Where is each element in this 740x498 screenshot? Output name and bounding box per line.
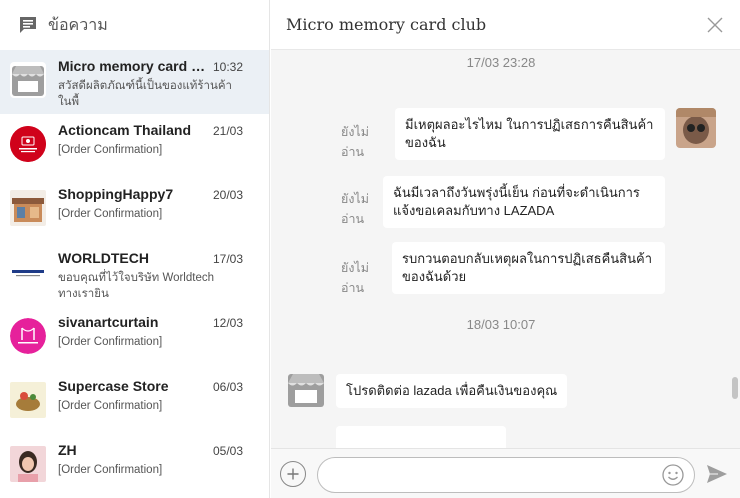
conversation-preview: [Order Confirmation] [58, 464, 163, 476]
add-attachment-icon[interactable] [280, 461, 306, 487]
conversation-preview: [Order Confirmation] [58, 400, 163, 412]
conversation-time: 21/03 [212, 124, 243, 138]
zh-avatar [10, 446, 46, 482]
message-input[interactable] [317, 457, 695, 493]
sent-message: ฉันมีเวลาถึงวันพรุ่งนี้เย็น ก่อนที่จะดำเ… [383, 176, 665, 228]
conversation-item[interactable]: Supercase Store 06/03 [Order Confirmatio… [0, 370, 269, 434]
conversation-item[interactable]: ZH 05/03 [Order Confirmation] [0, 434, 269, 498]
scrollbar-thumb[interactable] [732, 377, 738, 399]
conversation-time: 06/03 [212, 380, 243, 394]
conversation-item[interactable]: sivanartcurtain 12/03 [Order Confirmatio… [0, 306, 269, 370]
conversation-time: 20/03 [212, 188, 243, 202]
conversation-list: Micro memory card club 10:32 สวัสดีผลิตภ… [0, 50, 269, 498]
conversation-time: 12/03 [212, 316, 243, 330]
shop-store-icon [286, 369, 326, 409]
user-avatar [676, 108, 716, 148]
shop-store-icon [10, 62, 46, 98]
close-icon[interactable] [706, 16, 724, 34]
conversation-time: 10:32 [212, 60, 243, 74]
conversation-name: Actioncam Thailand [58, 122, 192, 138]
conversation-name: sivanartcurtain [58, 314, 159, 330]
sidebar-header: ข้อความ [0, 0, 269, 50]
sivanart-avatar [10, 318, 46, 354]
conversation-name: WORLDTECH [58, 250, 149, 266]
image-message[interactable] [336, 426, 506, 448]
send-icon[interactable] [706, 464, 728, 484]
message-composer [271, 448, 740, 498]
conversation-preview: สวัสดีผลิตภัณฑ์นี้เป็นของแท้ร้านค้าในพื้ [58, 80, 232, 108]
conversation-item[interactable]: ShoppingHappy7 20/03 [Order Confirmation… [0, 178, 269, 242]
conversation-item[interactable]: Micro memory card club 10:32 สวัสดีผลิตภ… [0, 50, 269, 114]
message-area[interactable]: 17/03 23:28 ยังไม่ อ่าน มีเหตุผลอะไรไหม ใ… [271, 50, 740, 448]
worldtech-logo [10, 254, 46, 290]
conversation-time: 17/03 [212, 252, 243, 266]
conversation-preview: [Order Confirmation] [58, 144, 163, 156]
sidebar-title: ข้อความ [48, 14, 108, 34]
conversation-name: ZH [58, 442, 77, 458]
conversation-preview: [Order Confirmation] [58, 336, 163, 348]
conversation-preview: [Order Confirmation] [58, 208, 163, 220]
conversation-name: Micro memory card club [58, 58, 208, 74]
unread-status: ยังไม่ อ่าน [341, 125, 369, 159]
chat-bubble-icon [20, 17, 36, 33]
sent-message: รบกวนตอบกลับเหตุผลในการปฏิเสธคืนสินค้า ขอ… [392, 242, 665, 294]
conversation-sidebar: ข้อความ Micro memory card club 10:32 สวั… [0, 0, 270, 498]
supercase-avatar [10, 382, 46, 418]
conversation-item[interactable]: WORLDTECH 17/03 ขอบคุณที่ไว้ใจบริษัท Wor… [0, 242, 269, 306]
unread-status: ยังไม่ อ่าน [341, 192, 369, 226]
date-separator: 18/03 10:07 [466, 317, 536, 332]
chat-panel: Micro memory card club 17/03 23:28 ยังไม… [271, 0, 740, 498]
date-separator: 17/03 23:28 [466, 55, 536, 70]
conversation-preview: ขอบคุณที่ไว้ใจบริษัท Worldtech ทางเรายิน [58, 272, 214, 300]
conversation-name: ShoppingHappy7 [58, 186, 174, 202]
shoppinghappy-avatar [10, 190, 46, 226]
chat-header: Micro memory card club [271, 0, 740, 50]
emoji-icon[interactable] [661, 463, 685, 487]
conversation-time: 05/03 [212, 444, 243, 458]
unread-status: ยังไม่ อ่าน [341, 261, 369, 295]
received-message: โปรดติดต่อ lazada เพื่อคืนเงินของคุณ [336, 374, 568, 408]
conversation-name: Supercase Store [58, 378, 169, 394]
chat-title: Micro memory card club [286, 15, 487, 34]
sent-message: มีเหตุผลอะไรไหม ในการปฏิเสธการคืนสินค้าข… [395, 108, 665, 160]
actioncam-avatar [10, 126, 46, 162]
conversation-item[interactable]: Actioncam Thailand 21/03 [Order Confirma… [0, 114, 269, 178]
